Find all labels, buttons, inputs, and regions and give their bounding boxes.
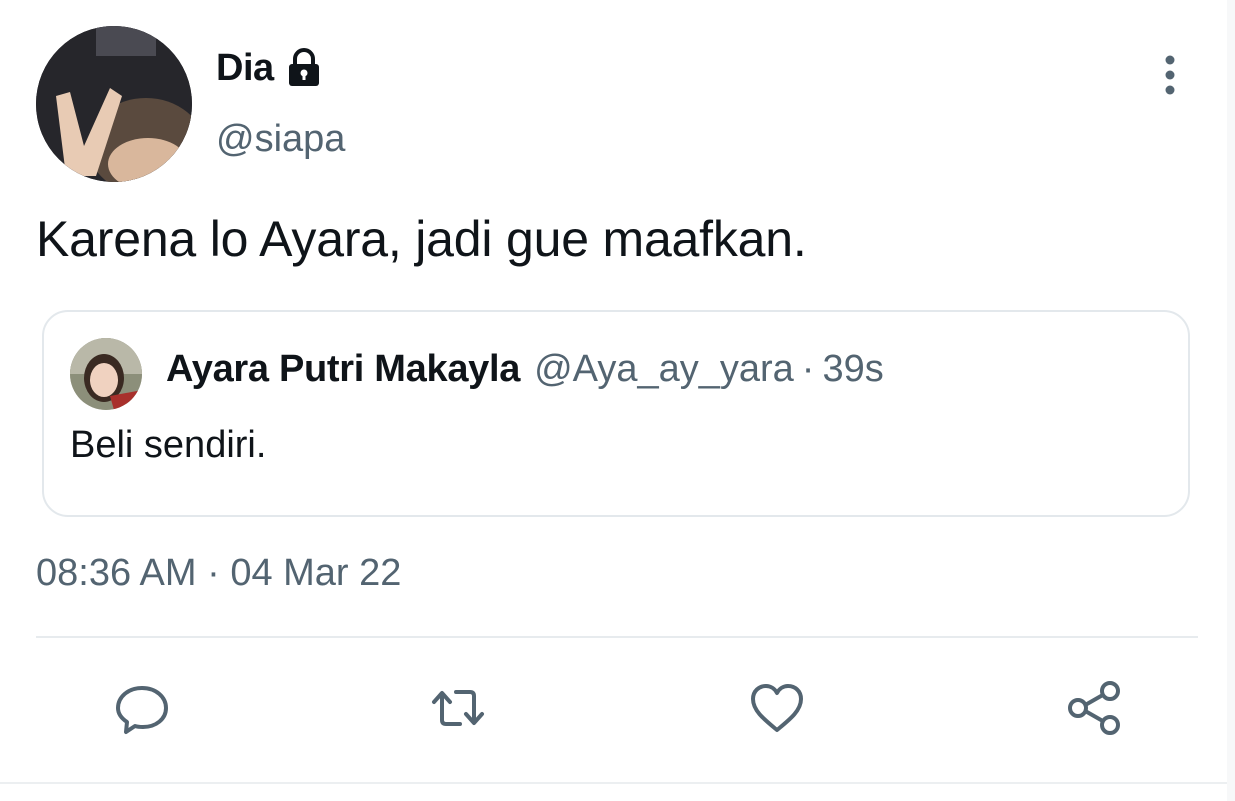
heart-icon [747, 678, 807, 743]
quoted-handle[interactable]: @Aya_ay_yara [534, 348, 794, 391]
more-options-icon[interactable] [1152, 52, 1188, 98]
tweet-timestamp: 08:36 AM · 04 Mar 22 [36, 552, 402, 594]
divider [36, 636, 1198, 638]
scroll-edge [1227, 0, 1235, 801]
tweet-text: Karena lo Ayara, jadi gue maafkan. [36, 211, 807, 267]
quoted-text: Beli sendiri. [70, 424, 267, 466]
quoted-time: 39s [822, 348, 884, 390]
tweet-detail: Dia @siapa Karena lo Ayara, jadi gue maa… [0, 0, 1235, 801]
share-icon [1064, 678, 1124, 743]
retweet-icon [428, 678, 488, 743]
lock-icon [282, 46, 326, 90]
share-button[interactable] [1054, 670, 1134, 750]
author-handle[interactable]: @siapa [216, 118, 345, 161]
quoted-tweet-card[interactable]: Ayara Putri Makayla @Aya_ay_yara · 39s B… [42, 310, 1190, 517]
reply-button[interactable] [102, 670, 182, 750]
like-button[interactable] [737, 670, 817, 750]
quoted-author-avatar[interactable] [70, 338, 142, 410]
retweet-button[interactable] [418, 670, 498, 750]
action-bar [0, 670, 1235, 750]
bottom-divider [0, 782, 1235, 784]
quoted-separator: · [801, 348, 815, 390]
author-avatar[interactable] [36, 26, 192, 182]
author-name-row: Dia [216, 46, 326, 90]
author-display-name[interactable]: Dia [216, 47, 274, 90]
quoted-header: Ayara Putri Makayla @Aya_ay_yara · 39s [166, 348, 884, 391]
reply-icon [112, 678, 172, 743]
quoted-display-name[interactable]: Ayara Putri Makayla [166, 348, 520, 391]
